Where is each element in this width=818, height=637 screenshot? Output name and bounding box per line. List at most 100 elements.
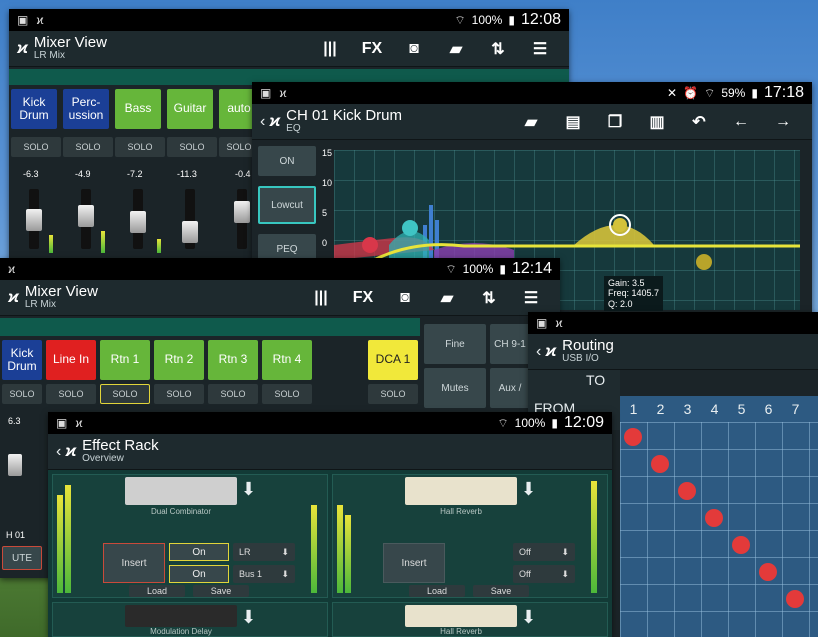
route-point[interactable] [705, 509, 723, 527]
fine-button[interactable]: Fine [424, 324, 486, 364]
fader-handle[interactable] [130, 211, 146, 233]
save-button[interactable]: Save [473, 585, 529, 597]
route-select[interactable]: LR ⬇ [233, 543, 295, 561]
page-subtitle: LR Mix [24, 299, 56, 311]
status-bar: ▣ ϰ [528, 312, 818, 334]
on-button[interactable]: On [169, 565, 229, 583]
battery-level: 100% [471, 13, 503, 27]
solo-button[interactable]: SOLO [63, 137, 113, 157]
fader-handle[interactable] [8, 454, 22, 476]
title-bar: ‹ ϰ Routing USB I/O [528, 334, 818, 370]
insert-button[interactable]: Insert [383, 543, 445, 583]
dca-1[interactable]: DCA 1 [368, 340, 418, 380]
route-point[interactable] [651, 455, 669, 473]
y-tick: 10 [322, 178, 333, 188]
route-point[interactable] [678, 482, 696, 500]
save-button[interactable]: Save [193, 585, 249, 597]
select-arrow-icon[interactable]: ⬇ [521, 607, 536, 628]
swap-icon[interactable]: ⇅ [468, 288, 510, 308]
send-select[interactable]: Off ⬇ [513, 543, 575, 561]
channel-percussion[interactable]: Perc-ussion [63, 89, 109, 129]
ch-bank-button[interactable]: CH 9-1 [490, 324, 530, 364]
select-arrow-icon[interactable]: ⬇ [241, 607, 256, 628]
meters-icon[interactable]: ||| [309, 40, 351, 58]
channel-kick-drum[interactable]: Kick Drum [11, 89, 57, 129]
solo-button[interactable]: SOLO [11, 137, 61, 157]
status-bar: ▣ ϰ ⌔ 100% ▮ 12:09 [48, 412, 612, 434]
eq-lowcut-button[interactable]: Lowcut [258, 186, 316, 224]
mute-button[interactable]: UTE [2, 546, 42, 570]
solo-button[interactable]: SOLO [100, 384, 150, 404]
channel-line-in[interactable]: Line In [46, 340, 96, 380]
insert-button[interactable]: Insert [103, 543, 165, 583]
load-button[interactable]: Load [409, 585, 465, 597]
arrow-right-icon[interactable]: → [762, 113, 804, 131]
select-arrow-icon[interactable]: ⬇ [521, 479, 536, 500]
fx-device-image[interactable] [405, 605, 517, 627]
send-select[interactable]: Off ⬇ [513, 565, 575, 583]
channel-rtn-2[interactable]: Rtn 2 [154, 340, 204, 380]
route-point[interactable] [624, 428, 642, 446]
fx-device-image[interactable] [125, 477, 237, 505]
sliders-icon[interactable]: ☰ [519, 39, 561, 59]
meters-icon[interactable]: ||| [300, 289, 342, 307]
swap-icon[interactable]: ⇅ [477, 39, 519, 59]
send-value: Off [519, 547, 531, 557]
channel-rtn-4[interactable]: Rtn 4 [262, 340, 312, 380]
solo-button[interactable]: SOLO [115, 137, 165, 157]
solo-button[interactable]: SOLO [154, 384, 204, 404]
back-icon[interactable]: ‹ [56, 443, 61, 461]
freq-readout: Freq: 1405.7 [608, 288, 660, 299]
channel-bass[interactable]: Bass [115, 89, 161, 129]
eq-on-button[interactable]: ON [258, 146, 316, 176]
channel-rtn-1[interactable]: Rtn 1 [100, 340, 150, 380]
level-readout: -11.3 [177, 169, 197, 179]
fader-handle[interactable] [234, 201, 250, 223]
title-bar: ‹ ϰ CH 01 Kick Drum EQ ▰ ▤ ❐ ▥ ↶ ← → [252, 104, 812, 140]
camera-icon[interactable]: ◙ [384, 289, 426, 307]
route-point[interactable] [759, 563, 777, 581]
xair-logo-icon: ϰ [269, 112, 281, 130]
solo-button[interactable]: SOLO [262, 384, 312, 404]
fader-handle[interactable] [78, 205, 94, 227]
fx-name: Modulation Delay [150, 627, 212, 636]
channel-label: H 01 [6, 530, 26, 540]
title-bar: ϰ Mixer View LR Mix ||| FX ◙ ▰ ⇅ ☰ [0, 280, 560, 316]
channel-rtn-3[interactable]: Rtn 3 [208, 340, 258, 380]
fx-button[interactable]: FX [342, 289, 384, 307]
camera-icon[interactable]: ◙ [393, 40, 435, 58]
select-arrow-icon[interactable]: ⬇ [241, 479, 256, 500]
solo-button[interactable]: SOLO [368, 384, 418, 404]
fader-handle[interactable] [182, 221, 198, 243]
fx-button[interactable]: FX [351, 40, 393, 58]
folder-icon[interactable]: ▰ [510, 112, 552, 132]
mutes-button[interactable]: Mutes [424, 368, 486, 408]
level-readout: 6.3 [8, 416, 21, 426]
sliders-icon[interactable]: ☰ [510, 288, 552, 308]
routing-matrix[interactable] [620, 422, 818, 637]
solo-button[interactable]: SOLO [167, 137, 217, 157]
copy-icon[interactable]: ❐ [594, 112, 636, 132]
route-select[interactable]: Bus 1 ⬇ [233, 565, 295, 583]
aux-button[interactable]: Aux / [490, 368, 530, 408]
solo-button[interactable]: SOLO [208, 384, 258, 404]
route-point[interactable] [732, 536, 750, 554]
back-icon[interactable]: ‹ [536, 343, 541, 361]
back-icon[interactable]: ‹ [260, 113, 265, 131]
on-button[interactable]: On [169, 543, 229, 561]
undo-icon[interactable]: ↶ [678, 112, 720, 132]
fx-device-image[interactable] [125, 605, 237, 627]
arrow-left-icon[interactable]: ← [720, 113, 762, 131]
route-point[interactable] [786, 590, 804, 608]
solo-button[interactable]: SOLO [46, 384, 96, 404]
folder-icon[interactable]: ▰ [435, 39, 477, 59]
load-button[interactable]: Load [129, 585, 185, 597]
folder-icon[interactable]: ▰ [426, 288, 468, 308]
fx-device-image[interactable] [405, 477, 517, 505]
paste-icon[interactable]: ▥ [636, 112, 678, 132]
solo-button[interactable]: SOLO [2, 384, 42, 404]
channel-kick-drum[interactable]: Kick Drum [2, 340, 42, 380]
fader-handle[interactable] [26, 209, 42, 231]
save-icon[interactable]: ▤ [552, 112, 594, 132]
channel-guitar[interactable]: Guitar [167, 89, 213, 129]
